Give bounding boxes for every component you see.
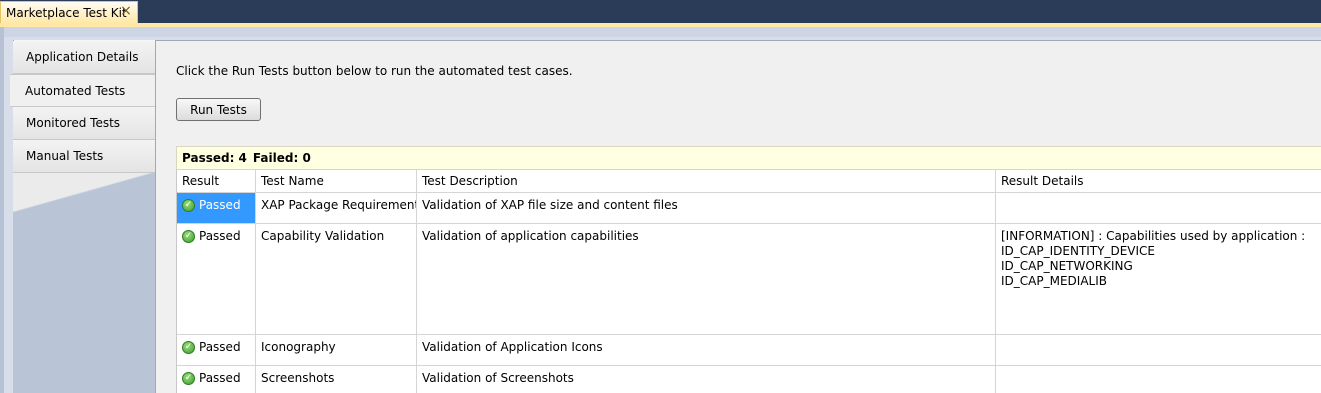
result-cell[interactable]: ✓ Passed [177,193,256,223]
tab-label: Application Details [26,50,139,64]
result-text: Passed [199,229,241,243]
test-name-cell[interactable]: Iconography [256,335,417,365]
document-tab-strip: Marketplace Test Kit × [0,0,1321,23]
automated-tests-panel: Click the Run Tests button below to run … [155,40,1321,393]
details-line: ID_CAP_IDENTITY_DEVICE [1001,244,1156,258]
column-header-result-details[interactable]: Result Details [996,170,1321,192]
test-name-cell[interactable]: Screenshots [256,366,417,393]
test-summary-bar: Passed: 4 Failed: 0 [176,146,1321,170]
result-text: Passed [199,371,241,385]
table-row[interactable]: ✓ Passed Screenshots Validation of Scree… [177,366,1321,393]
result-cell[interactable]: ✓ Passed [177,366,256,393]
tab-monitored-tests[interactable]: Monitored Tests [13,107,155,140]
test-description-cell[interactable]: Validation of Application Icons [417,335,996,365]
table-row[interactable]: ✓ Passed Capability Validation Validatio… [177,224,1321,335]
details-line: ID_CAP_NETWORKING [1001,259,1133,273]
test-description-cell[interactable]: Validation of Screenshots [417,366,996,393]
failed-count: Failed: 0 [252,151,311,165]
close-icon[interactable]: × [119,4,133,19]
tab-application-details[interactable]: Application Details [13,41,155,74]
table-row[interactable]: ✓ Passed XAP Package Requirements Valida… [177,193,1321,224]
test-name-cell[interactable]: Capability Validation [256,224,417,334]
document-tab-marketplace-test-kit[interactable]: Marketplace Test Kit × [0,1,138,23]
document-tab-title: Marketplace Test Kit [6,5,127,20]
column-header-test-name[interactable]: Test Name [256,170,417,192]
passed-count: Passed: 4 [182,151,247,165]
table-row[interactable]: ✓ Passed Iconography Validation of Appli… [177,335,1321,366]
test-name-cell[interactable]: XAP Package Requirements [256,193,417,223]
test-description-cell[interactable]: Validation of application capabilities [417,224,996,334]
result-text: Passed [199,340,241,354]
result-details-cell[interactable] [996,193,1321,223]
tab-label: Automated Tests [25,83,126,98]
column-header-test-description[interactable]: Test Description [417,170,996,192]
details-line: ID_CAP_MEDIALIB [1001,274,1107,288]
result-text: Passed [199,198,241,212]
instruction-text: Click the Run Tests button below to run … [176,64,573,78]
table-header-row: Result Test Name Test Description Result… [177,170,1321,193]
result-details-cell[interactable] [996,366,1321,393]
tab-automated-tests[interactable]: Automated Tests [10,74,157,107]
results-table[interactable]: Result Test Name Test Description Result… [176,170,1321,393]
details-line: [INFORMATION] : Capabilities used by app… [1001,229,1306,243]
header-band [4,27,1321,37]
check-circle-icon: ✓ [182,199,195,212]
tab-label: Monitored Tests [26,116,121,130]
result-cell[interactable]: ✓ Passed [177,335,256,365]
sidebar-slope [13,172,155,212]
result-details-cell[interactable]: [INFORMATION] : Capabilities used by app… [996,224,1321,334]
test-description-cell[interactable]: Validation of XAP file size and content … [417,193,996,223]
check-circle-icon: ✓ [182,372,195,385]
run-tests-button[interactable]: Run Tests [176,98,261,121]
tab-manual-tests[interactable]: Manual Tests [13,140,155,173]
result-cell[interactable]: ✓ Passed [177,224,256,334]
result-details-cell[interactable] [996,335,1321,365]
check-circle-icon: ✓ [182,230,195,243]
check-circle-icon: ✓ [182,341,195,354]
column-header-result[interactable]: Result [177,170,256,192]
tab-label: Manual Tests [26,149,104,163]
